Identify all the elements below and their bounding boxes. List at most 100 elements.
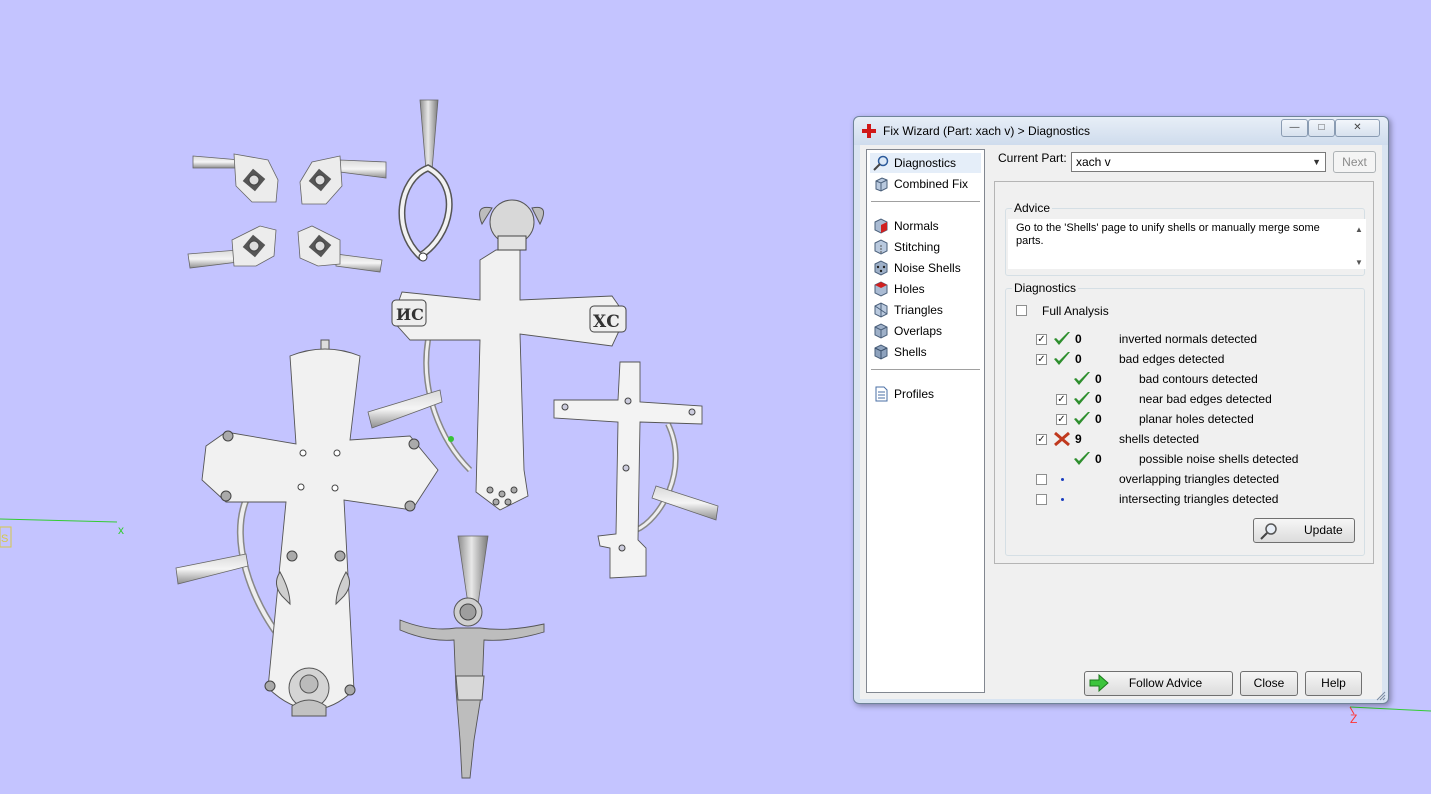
diagnostic-checkbox[interactable]: ✓ — [1036, 354, 1047, 365]
shells-cube-icon — [874, 344, 888, 360]
green-check-icon — [1074, 372, 1090, 385]
nav-label: Profiles — [894, 387, 935, 401]
diagnostic-checkbox[interactable]: ✓ — [1036, 434, 1047, 445]
corpus-model[interactable] — [399, 535, 545, 779]
diagnostic-label: intersecting triangles detected — [1119, 492, 1279, 506]
nav-item-normals[interactable]: Normals — [870, 216, 981, 236]
triangle-cube-icon — [874, 302, 888, 318]
cube-stitch-icon — [874, 239, 888, 255]
diagnostic-label: bad edges detected — [1119, 352, 1225, 366]
full-analysis-label: Full Analysis — [1042, 304, 1109, 318]
diagnostic-label: bad contours detected — [1139, 372, 1258, 386]
cross-model-large[interactable] — [175, 339, 439, 717]
document-icon — [875, 386, 888, 402]
nav-separator — [871, 201, 980, 202]
nav-item-combined-fix[interactable]: Combined Fix — [870, 174, 981, 194]
nav-label: Triangles — [894, 303, 943, 317]
diagnostic-count: 9 — [1075, 432, 1082, 446]
advice-title: Advice — [1012, 201, 1053, 215]
dialog-client-area: Diagnostics Combined Fix Normals Stitchi… — [860, 145, 1382, 699]
magnifier-icon — [873, 155, 889, 171]
fix-nav-list[interactable]: Diagnostics Combined Fix Normals Stitchi… — [866, 149, 985, 693]
green-check-icon — [1074, 412, 1090, 425]
scroll-up-icon[interactable]: ▲ — [1352, 223, 1366, 236]
nav-item-holes[interactable]: Holes — [870, 279, 981, 299]
resize-grip-icon[interactable] — [1376, 691, 1386, 701]
nav-label: Shells — [894, 345, 927, 359]
advice-text: Go to the 'Shells' page to unify shells … — [1008, 219, 1366, 269]
axis-z-label: Z — [1350, 712, 1357, 726]
current-part-select[interactable]: xach v ▼ — [1071, 152, 1326, 172]
nav-item-triangles[interactable]: Triangles — [870, 300, 981, 320]
diagnostic-count: 0 — [1075, 352, 1082, 366]
next-button[interactable]: Next — [1333, 151, 1376, 173]
overlap-cube-icon — [874, 323, 888, 339]
green-check-icon — [1074, 392, 1090, 405]
update-button[interactable]: Update — [1253, 518, 1355, 543]
close-window-button[interactable]: ✕ — [1335, 119, 1380, 137]
red-cross-icon — [862, 124, 876, 138]
diagnostic-label: shells detected — [1119, 432, 1200, 446]
diagnostics-title: Diagnostics — [1012, 281, 1079, 295]
diagnostic-checkbox[interactable] — [1036, 494, 1047, 505]
nav-item-shells[interactable]: Shells — [870, 342, 981, 362]
nav-label: Noise Shells — [894, 261, 961, 275]
cube-icon — [875, 177, 888, 192]
close-button[interactable]: Close — [1240, 671, 1298, 696]
nav-item-stitching[interactable]: Stitching — [870, 237, 981, 257]
pending-dot-icon — [1061, 478, 1064, 481]
nav-label: Combined Fix — [894, 177, 969, 191]
green-check-icon — [1074, 452, 1090, 465]
setting-prongs-model[interactable] — [187, 153, 387, 273]
fix-wizard-dialog: Fix Wizard (Part: xach v) > Diagnostics … — [853, 116, 1389, 704]
diagnostic-count: 0 — [1075, 332, 1082, 346]
nav-item-noise-shells[interactable]: Noise Shells — [870, 258, 981, 278]
diagnostic-checkbox[interactable]: ✓ — [1056, 414, 1067, 425]
nav-label: Normals — [894, 219, 939, 233]
cube-red-face-icon — [874, 218, 888, 234]
diagnostics-page: Advice Go to the 'Shells' page to unify … — [994, 181, 1374, 564]
follow-advice-label: Follow Advice — [1128, 676, 1203, 690]
svg-text:ИС: ИС — [396, 305, 424, 324]
nav-separator — [871, 369, 980, 370]
dialog-titlebar[interactable]: Fix Wizard (Part: xach v) > Diagnostics … — [854, 117, 1388, 145]
diagnostic-checkbox[interactable]: ✓ — [1036, 334, 1047, 345]
advice-scrollbar[interactable]: ▲ ▼ — [1352, 219, 1366, 269]
svg-text:ХС: ХС — [593, 312, 620, 332]
current-part-label: Current Part: — [998, 151, 1067, 165]
advice-group: Advice Go to the 'Shells' page to unify … — [1005, 201, 1366, 276]
cross-model-thin[interactable] — [553, 361, 719, 579]
nav-item-profiles[interactable]: Profiles — [870, 384, 981, 404]
axis-x-label: x — [118, 523, 124, 537]
cube-hole-icon — [874, 281, 888, 297]
full-analysis-checkbox[interactable] — [1016, 305, 1027, 316]
red-x-icon — [1054, 431, 1070, 447]
diagnostics-group: Diagnostics Full Analysis ✓ 0 inverted nor… — [1005, 281, 1365, 556]
scroll-down-icon[interactable]: ▼ — [1352, 256, 1366, 269]
dialog-title: Fix Wizard (Part: xach v) > Diagnostics — [883, 124, 1091, 138]
diagnostic-checkbox[interactable]: ✓ — [1056, 394, 1067, 405]
diagnostic-label: near bad edges detected — [1139, 392, 1272, 406]
nav-item-overlaps[interactable]: Overlaps — [870, 321, 981, 341]
nav-label: Stitching — [894, 240, 941, 254]
follow-advice-button[interactable]: Follow Advice — [1084, 671, 1233, 696]
diagnostic-count: 0 — [1095, 392, 1102, 406]
diagnostic-label: inverted normals detected — [1119, 332, 1258, 346]
diagnostic-label: possible noise shells detected — [1139, 452, 1299, 466]
diagnostic-checkbox[interactable] — [1036, 474, 1047, 485]
green-marker — [448, 436, 454, 442]
diagnostic-label: overlapping triangles detected — [1119, 472, 1280, 486]
update-label: Update — [1304, 523, 1343, 537]
diagnostic-count: 0 — [1095, 412, 1102, 426]
green-arrow-icon — [1089, 674, 1109, 692]
maximize-button[interactable]: □ — [1308, 119, 1335, 137]
bail-model[interactable] — [398, 99, 453, 262]
axis-x — [0, 518, 118, 523]
green-check-icon — [1054, 352, 1070, 365]
corner-label: S — [1, 533, 8, 545]
help-button[interactable]: Help — [1305, 671, 1362, 696]
nav-item-diagnostics[interactable]: Diagnostics — [870, 153, 981, 173]
nav-label: Diagnostics — [894, 156, 957, 170]
diagnostic-count: 0 — [1095, 372, 1102, 386]
minimize-button[interactable]: — — [1281, 119, 1308, 137]
